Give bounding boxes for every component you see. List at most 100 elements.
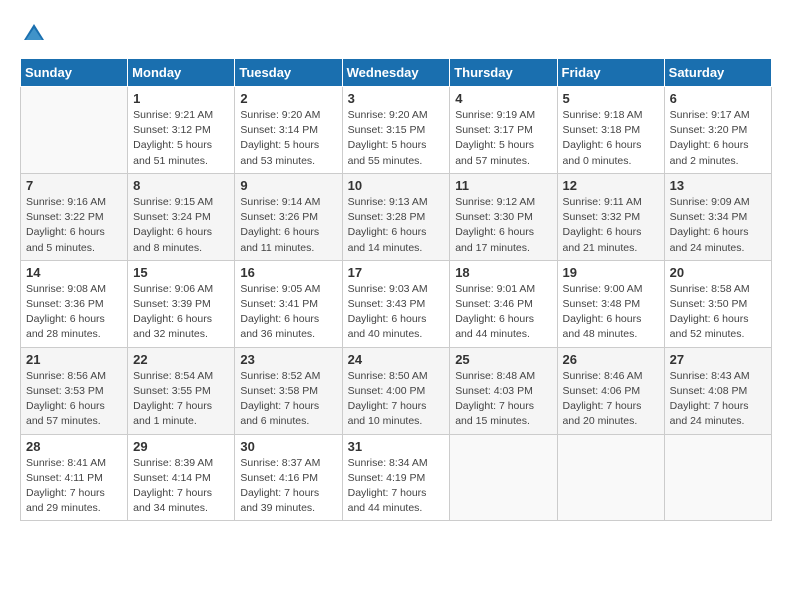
calendar-cell [450,434,557,521]
calendar-cell: 24Sunrise: 8:50 AM Sunset: 4:00 PM Dayli… [342,347,450,434]
day-info: Sunrise: 9:12 AM Sunset: 3:30 PM Dayligh… [455,195,551,256]
day-info: Sunrise: 8:39 AM Sunset: 4:14 PM Dayligh… [133,456,229,517]
calendar-cell: 11 Sunrise: 9:12 AM Sunset: 3:30 PM Dayli… [450,173,557,260]
day-number: 15 [133,265,229,280]
weekday-header-tuesday: Tuesday [235,59,342,87]
calendar-cell: 19Sunrise: 9:00 AM Sunset: 3:48 PM Dayli… [557,260,664,347]
calendar-cell [664,434,771,521]
day-info: Sunrise: 9:20 AM Sunset: 3:15 PM Dayligh… [348,108,445,169]
day-number: 12 [563,178,659,193]
calendar-cell: 15 Sunrise: 9:06 AM Sunset: 3:39 PM Dayli… [128,260,235,347]
week-row-3: 14 Sunrise: 9:08 AM Sunset: 3:36 PM Dayli… [21,260,772,347]
day-info: Sunrise: 9:09 AM Sunset: 3:34 PM Dayligh… [670,195,766,256]
calendar-cell: 10 Sunrise: 9:13 AM Sunset: 3:28 PM Dayli… [342,173,450,260]
weekday-header-row: SundayMondayTuesdayWednesdayThursdayFrid… [21,59,772,87]
day-number: 31 [348,439,445,454]
day-number: 4 [455,91,551,106]
day-info: Sunrise: 9:05 AM Sunset: 3:41 PM Dayligh… [240,282,336,343]
day-number: 30 [240,439,336,454]
day-number: 17 [348,265,445,280]
weekday-header-thursday: Thursday [450,59,557,87]
day-number: 16 [240,265,336,280]
day-info: Sunrise: 8:58 AM Sunset: 3:50 PM Dayligh… [670,282,766,343]
calendar-cell: 29 Sunrise: 8:39 AM Sunset: 4:14 PM Dayli… [128,434,235,521]
day-number: 20 [670,265,766,280]
day-number: 5 [563,91,659,106]
day-info: Sunrise: 8:50 AM Sunset: 4:00 PM Dayligh… [348,369,445,430]
day-info: Sunrise: 8:52 AM Sunset: 3:58 PM Dayligh… [240,369,336,430]
calendar-cell: 9Sunrise: 9:14 AM Sunset: 3:26 PM Daylig… [235,173,342,260]
day-info: Sunrise: 9:03 AM Sunset: 3:43 PM Dayligh… [348,282,445,343]
day-number: 13 [670,178,766,193]
calendar-cell: 4 Sunrise: 9:19 AM Sunset: 3:17 PM Daylig… [450,87,557,174]
day-info: Sunrise: 9:01 AM Sunset: 3:46 PM Dayligh… [455,282,551,343]
calendar-cell: 30 Sunrise: 8:37 AM Sunset: 4:16 PM Dayli… [235,434,342,521]
calendar-cell: 13 Sunrise: 9:09 AM Sunset: 3:34 PM Dayli… [664,173,771,260]
calendar-cell [21,87,128,174]
day-number: 10 [348,178,445,193]
calendar-cell: 22 Sunrise: 8:54 AM Sunset: 3:55 PM Dayli… [128,347,235,434]
day-number: 27 [670,352,766,367]
calendar-cell: 5Sunrise: 9:18 AM Sunset: 3:18 PM Daylig… [557,87,664,174]
calendar-cell: 28 Sunrise: 8:41 AM Sunset: 4:11 PM Dayli… [21,434,128,521]
calendar-cell: 26 Sunrise: 8:46 AM Sunset: 4:06 PM Dayli… [557,347,664,434]
day-number: 21 [26,352,122,367]
day-info: Sunrise: 9:14 AM Sunset: 3:26 PM Dayligh… [240,195,336,256]
day-number: 14 [26,265,122,280]
calendar-cell: 3Sunrise: 9:20 AM Sunset: 3:15 PM Daylig… [342,87,450,174]
day-number: 7 [26,178,122,193]
week-row-5: 28 Sunrise: 8:41 AM Sunset: 4:11 PM Dayli… [21,434,772,521]
day-number: 1 [133,91,229,106]
calendar-cell: 7 Sunrise: 9:16 AM Sunset: 3:22 PM Daylig… [21,173,128,260]
calendar-cell: 1Sunrise: 9:21 AM Sunset: 3:12 PM Daylig… [128,87,235,174]
day-info: Sunrise: 8:48 AM Sunset: 4:03 PM Dayligh… [455,369,551,430]
day-number: 29 [133,439,229,454]
weekday-header-wednesday: Wednesday [342,59,450,87]
week-row-1: 1Sunrise: 9:21 AM Sunset: 3:12 PM Daylig… [21,87,772,174]
day-info: Sunrise: 9:00 AM Sunset: 3:48 PM Dayligh… [563,282,659,343]
calendar-cell: 31 Sunrise: 8:34 AM Sunset: 4:19 PM Dayli… [342,434,450,521]
day-info: Sunrise: 9:06 AM Sunset: 3:39 PM Dayligh… [133,282,229,343]
day-number: 11 [455,178,551,193]
day-number: 23 [240,352,336,367]
calendar-cell: 20 Sunrise: 8:58 AM Sunset: 3:50 PM Dayli… [664,260,771,347]
week-row-2: 7 Sunrise: 9:16 AM Sunset: 3:22 PM Daylig… [21,173,772,260]
day-info: Sunrise: 9:15 AM Sunset: 3:24 PM Dayligh… [133,195,229,256]
calendar-cell: 27 Sunrise: 8:43 AM Sunset: 4:08 PM Dayli… [664,347,771,434]
day-number: 18 [455,265,551,280]
calendar-cell: 2Sunrise: 9:20 AM Sunset: 3:14 PM Daylig… [235,87,342,174]
day-info: Sunrise: 9:11 AM Sunset: 3:32 PM Dayligh… [563,195,659,256]
calendar-table: SundayMondayTuesdayWednesdayThursdayFrid… [20,58,772,521]
day-number: 28 [26,439,122,454]
logo [20,20,52,48]
day-number: 8 [133,178,229,193]
day-number: 26 [563,352,659,367]
day-number: 2 [240,91,336,106]
weekday-header-saturday: Saturday [664,59,771,87]
weekday-header-sunday: Sunday [21,59,128,87]
weekday-header-friday: Friday [557,59,664,87]
day-info: Sunrise: 8:54 AM Sunset: 3:55 PM Dayligh… [133,369,229,430]
calendar-cell: 6 Sunrise: 9:17 AM Sunset: 3:20 PM Daylig… [664,87,771,174]
week-row-4: 21Sunrise: 8:56 AM Sunset: 3:53 PM Dayli… [21,347,772,434]
calendar-cell: 21Sunrise: 8:56 AM Sunset: 3:53 PM Dayli… [21,347,128,434]
day-info: Sunrise: 8:34 AM Sunset: 4:19 PM Dayligh… [348,456,445,517]
calendar-cell: 25Sunrise: 8:48 AM Sunset: 4:03 PM Dayli… [450,347,557,434]
calendar-cell: 16 Sunrise: 9:05 AM Sunset: 3:41 PM Dayli… [235,260,342,347]
day-info: Sunrise: 9:13 AM Sunset: 3:28 PM Dayligh… [348,195,445,256]
day-info: Sunrise: 8:46 AM Sunset: 4:06 PM Dayligh… [563,369,659,430]
day-info: Sunrise: 9:16 AM Sunset: 3:22 PM Dayligh… [26,195,122,256]
logo-icon [20,20,48,48]
calendar-cell: 14 Sunrise: 9:08 AM Sunset: 3:36 PM Dayli… [21,260,128,347]
calendar-cell: 23 Sunrise: 8:52 AM Sunset: 3:58 PM Dayli… [235,347,342,434]
day-number: 6 [670,91,766,106]
day-info: Sunrise: 8:37 AM Sunset: 4:16 PM Dayligh… [240,456,336,517]
day-info: Sunrise: 9:17 AM Sunset: 3:20 PM Dayligh… [670,108,766,169]
day-info: Sunrise: 8:41 AM Sunset: 4:11 PM Dayligh… [26,456,122,517]
calendar-cell [557,434,664,521]
day-info: Sunrise: 8:43 AM Sunset: 4:08 PM Dayligh… [670,369,766,430]
day-info: Sunrise: 9:19 AM Sunset: 3:17 PM Dayligh… [455,108,551,169]
day-number: 22 [133,352,229,367]
day-info: Sunrise: 9:08 AM Sunset: 3:36 PM Dayligh… [26,282,122,343]
weekday-header-monday: Monday [128,59,235,87]
